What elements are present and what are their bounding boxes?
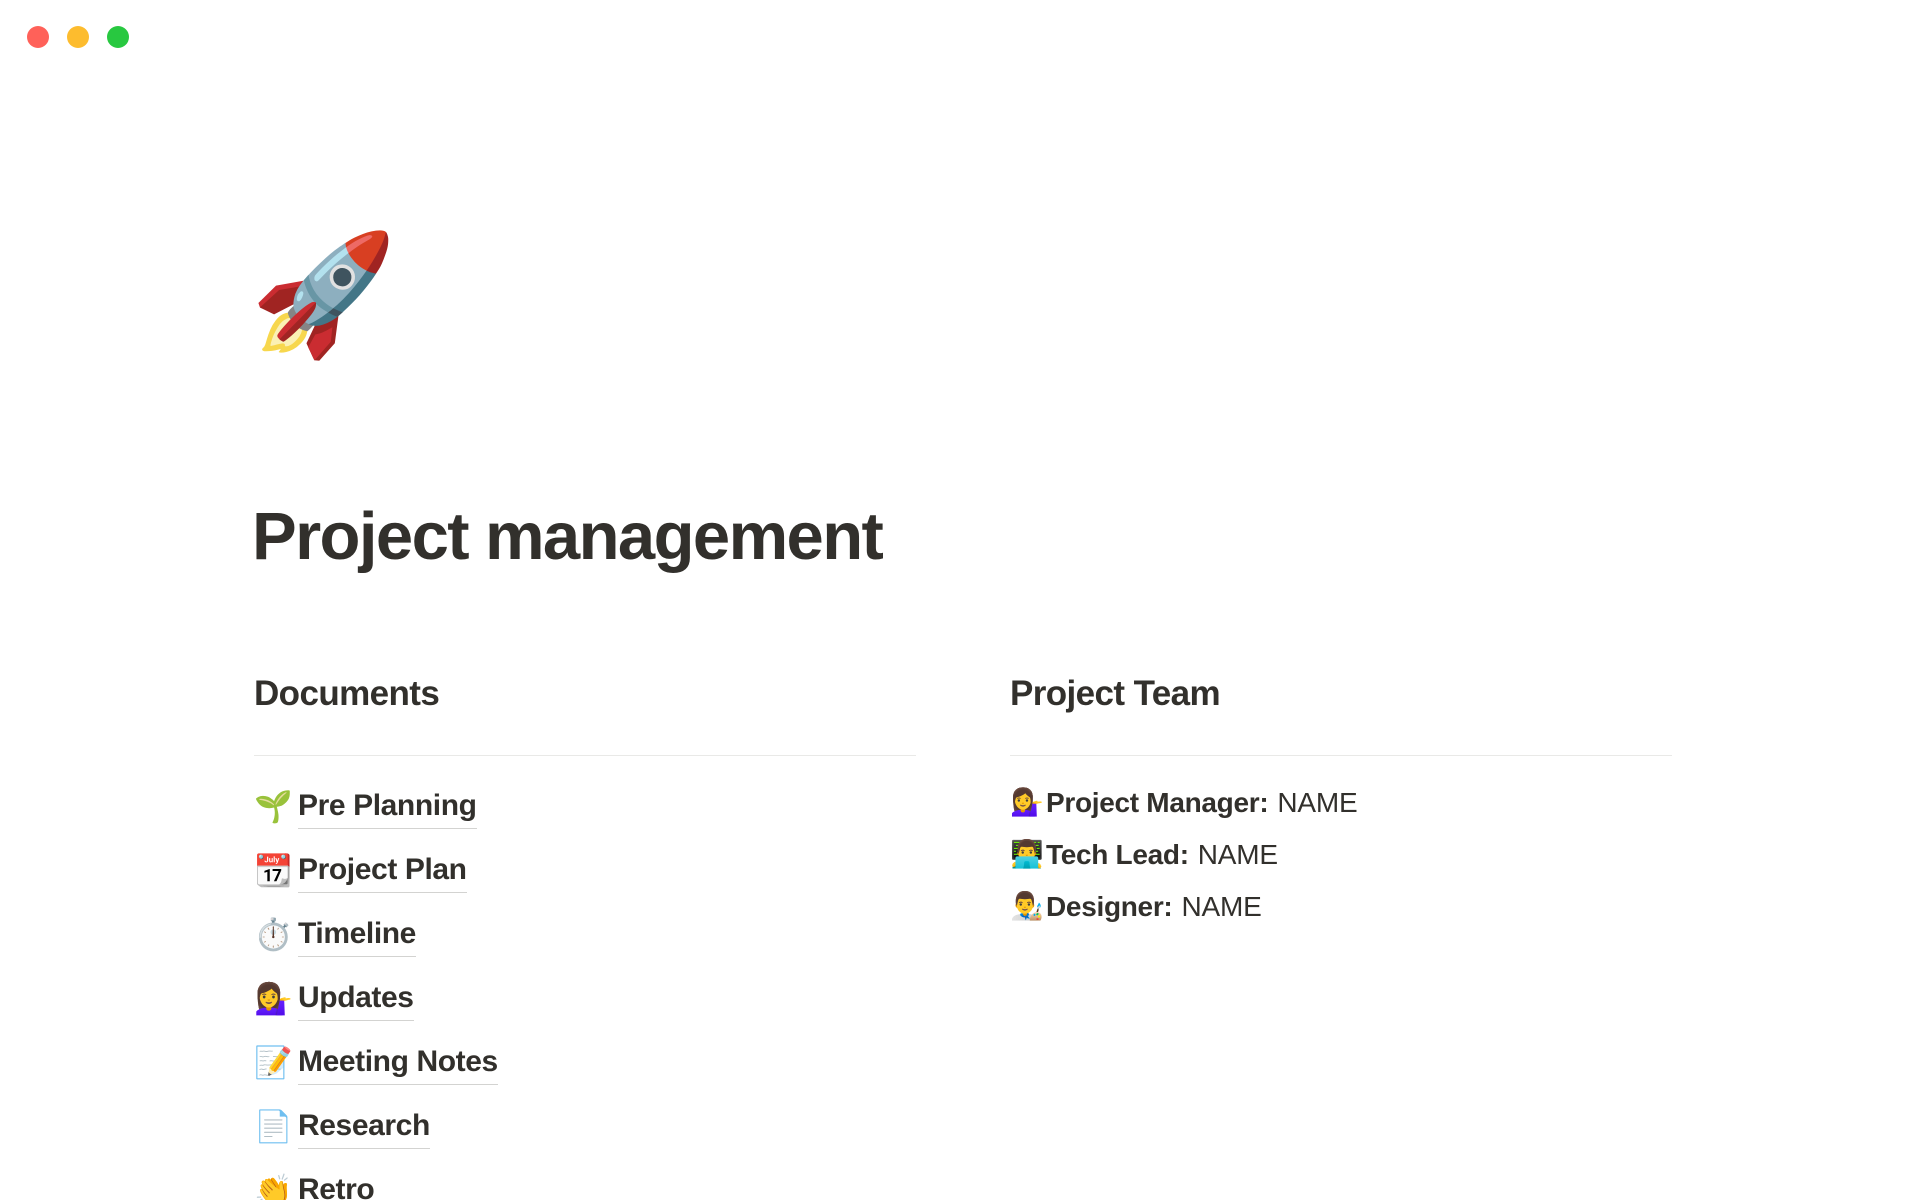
tear-off-calendar-icon: 📆 <box>254 853 293 889</box>
list-item: 💁‍♀️ Project Manager: NAME <box>1010 777 1672 829</box>
list-item[interactable]: 👏 Retro <box>254 1159 916 1200</box>
woman-tipping-hand-icon: 💁‍♀️ <box>254 981 293 1017</box>
team-member-name: NAME <box>1277 787 1358 818</box>
team-role-label: Designer: <box>1046 891 1173 922</box>
list-item[interactable]: 📄 Research <box>254 1095 916 1159</box>
man-artist-icon: 👨‍🎨 <box>1010 891 1044 922</box>
team-heading: Project Team <box>1010 674 1221 713</box>
document-link[interactable]: Meeting Notes <box>298 1041 498 1085</box>
documents-heading: Documents <box>254 674 440 713</box>
team-column: Project Team 💁‍♀️ Project Manager: NAME … <box>1010 672 1672 933</box>
document-link[interactable]: Retro <box>298 1169 375 1200</box>
clapping-hands-icon: 👏 <box>254 1173 293 1200</box>
memo-icon: 📝 <box>254 1045 293 1081</box>
document-link[interactable]: Pre Planning <box>298 785 477 829</box>
list-item[interactable]: 📆 Project Plan <box>254 839 916 903</box>
woman-office-worker-icon: 💁‍♀️ <box>1010 787 1044 818</box>
list-item[interactable]: 🌱 Pre Planning <box>254 775 916 839</box>
page-facing-up-icon: 📄 <box>254 1109 293 1145</box>
team-member-name: NAME <box>1181 891 1262 922</box>
page-content: 🚀 Project management Documents 🌱 Pre Pla… <box>0 0 1920 1200</box>
page-title: Project management <box>252 499 884 574</box>
rocket-icon[interactable]: 🚀 <box>250 224 397 364</box>
documents-list: 🌱 Pre Planning 📆 Project Plan ⏱️ Timelin… <box>254 775 916 1200</box>
documents-column: Documents 🌱 Pre Planning 📆 Project Plan … <box>254 672 916 1200</box>
man-technologist-icon: 👨‍💻 <box>1010 839 1044 870</box>
documents-divider <box>254 755 916 756</box>
document-link[interactable]: Timeline <box>298 913 416 957</box>
document-link[interactable]: Updates <box>298 977 414 1021</box>
list-item[interactable]: 📝 Meeting Notes <box>254 1031 916 1095</box>
list-item[interactable]: 💁‍♀️ Updates <box>254 967 916 1031</box>
seedling-icon: 🌱 <box>254 789 293 825</box>
document-link[interactable]: Project Plan <box>298 849 467 893</box>
list-item: 👨‍🎨 Designer: NAME <box>1010 881 1672 933</box>
team-role-label: Tech Lead: <box>1046 839 1189 870</box>
team-member-name: NAME <box>1197 839 1278 870</box>
document-link[interactable]: Research <box>298 1105 430 1149</box>
list-item: 👨‍💻 Tech Lead: NAME <box>1010 829 1672 881</box>
team-role-label: Project Manager: <box>1046 787 1269 818</box>
team-list: 💁‍♀️ Project Manager: NAME 👨‍💻 Tech Lead… <box>1010 777 1672 933</box>
stopwatch-icon: ⏱️ <box>254 917 293 953</box>
team-divider <box>1010 755 1672 756</box>
list-item[interactable]: ⏱️ Timeline <box>254 903 916 967</box>
app-window: 🚀 Project management Documents 🌱 Pre Pla… <box>0 0 1920 1200</box>
